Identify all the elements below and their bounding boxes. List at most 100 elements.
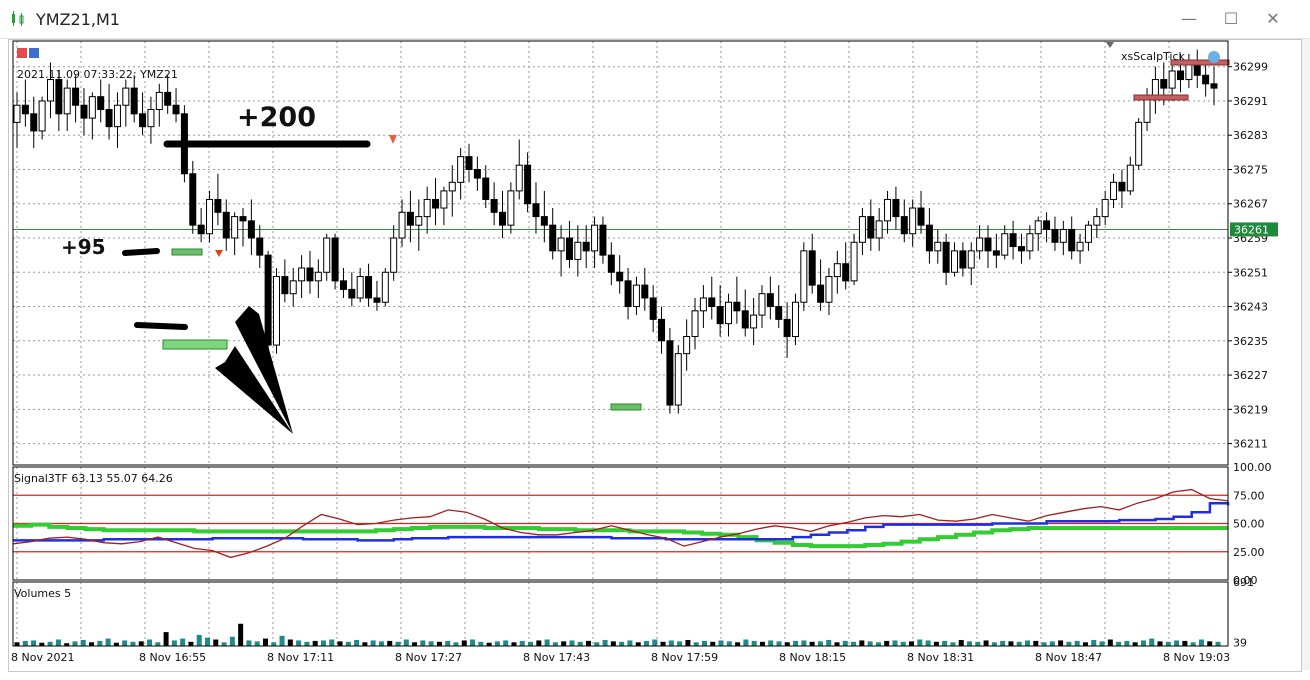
candle — [155, 83, 163, 127]
candle — [800, 242, 808, 311]
volume-bar — [478, 641, 484, 646]
price-axis: 3629936291362833627536267362593625136243… — [1228, 61, 1278, 451]
candle-body-down — [373, 297, 381, 303]
candle — [331, 233, 339, 290]
candle-body-down — [264, 254, 272, 346]
candle — [833, 250, 841, 294]
close-icon[interactable]: ✕ — [1260, 8, 1286, 30]
candle — [381, 267, 389, 307]
ea-hat-icon — [1208, 51, 1220, 63]
volume-bar — [1124, 640, 1130, 646]
candle — [1185, 53, 1193, 89]
volume-bar — [867, 641, 873, 646]
candle — [716, 285, 724, 337]
volume-bar — [569, 640, 575, 646]
candle-body-down — [925, 224, 933, 252]
minimize-icon[interactable]: — — [1176, 8, 1202, 30]
volume-bar — [594, 642, 600, 646]
volume-bar — [1182, 640, 1188, 646]
candle — [632, 276, 640, 316]
candle-body-down — [281, 276, 289, 295]
chart-canvas[interactable]: 3629936291362833627536267362593625136243… — [9, 40, 1301, 671]
volume-bar — [1107, 639, 1113, 646]
volume-bar — [188, 641, 194, 646]
volume-bar — [528, 641, 534, 646]
candle — [80, 88, 88, 136]
candle — [507, 182, 515, 234]
volume-bar — [1082, 642, 1088, 646]
volume-bar — [370, 640, 376, 646]
chart-frame: 36299 36291 36283 36275 36267 36259 36251 36243… — [8, 39, 1302, 672]
time-label: 8 Nov 17:59 — [651, 651, 718, 664]
candle — [624, 267, 632, 320]
candle — [390, 225, 398, 281]
volume-bar — [55, 639, 61, 646]
volume-bar — [718, 640, 724, 646]
candle — [88, 92, 96, 140]
candle — [892, 186, 900, 230]
volume-bar — [967, 641, 973, 646]
candle-body-down — [498, 211, 506, 226]
candle — [147, 96, 155, 144]
candle-body-down — [239, 216, 247, 222]
candle-body-up — [457, 156, 465, 183]
maximize-icon[interactable]: ☐ — [1218, 8, 1244, 30]
volume-bar — [826, 639, 832, 646]
volume-bar — [31, 640, 37, 646]
candle — [591, 216, 599, 268]
candle — [457, 148, 465, 200]
candle — [1126, 156, 1134, 196]
volume-bar — [387, 640, 393, 646]
volume-bar — [329, 639, 335, 646]
window-titlebar: YMZ21,M1 — ☐ ✕ — [0, 0, 1310, 39]
price-tick-label: 36235 — [1233, 335, 1268, 348]
volume-bar — [784, 642, 790, 646]
candle-body-down — [339, 280, 347, 290]
candle-body-up — [206, 198, 214, 235]
volume-bar — [1033, 640, 1039, 646]
candle — [942, 233, 950, 286]
candle-body-down — [473, 168, 481, 179]
volume-bar — [436, 641, 442, 646]
volume-bar — [586, 640, 592, 646]
volume-bar — [610, 641, 616, 646]
candle-body-up — [683, 336, 691, 355]
candle-body-up — [825, 276, 833, 303]
candle-body-up — [398, 211, 406, 239]
candle — [164, 75, 172, 114]
candle — [666, 327, 674, 414]
volume-bar — [213, 639, 219, 646]
candle — [549, 208, 557, 260]
candle — [239, 208, 247, 247]
volume-bar — [859, 640, 865, 646]
volume-bar — [817, 641, 823, 646]
candle-body-up — [515, 164, 523, 192]
candle — [423, 186, 431, 234]
candle-body-up — [574, 241, 582, 260]
volume-bar — [1066, 641, 1072, 646]
volume-label: Volumes 5 — [14, 587, 71, 600]
candle-body-up — [884, 198, 892, 222]
chart-toolbar-icon[interactable] — [17, 48, 39, 58]
volume-bar — [685, 639, 691, 646]
price-tick-label: 36243 — [1233, 301, 1268, 314]
volume-bar — [80, 639, 86, 646]
candle-body-down — [783, 318, 791, 338]
volume-bar — [793, 640, 799, 646]
candle-body-down — [565, 237, 573, 260]
candle — [1101, 190, 1109, 226]
volume-bar — [445, 640, 451, 646]
candle — [432, 178, 440, 226]
candle — [440, 186, 448, 226]
candle — [1193, 49, 1201, 89]
candle-body-down — [1210, 83, 1218, 89]
candle — [783, 302, 791, 358]
candle — [917, 190, 925, 234]
volume-bar — [975, 641, 981, 646]
candle-body-down — [1051, 228, 1059, 243]
volume-bar — [884, 640, 890, 646]
candle-body-down — [708, 297, 716, 308]
indicator-tick-label: 25.00 — [1233, 546, 1265, 559]
volume-bar — [320, 640, 326, 646]
candle — [72, 75, 80, 123]
